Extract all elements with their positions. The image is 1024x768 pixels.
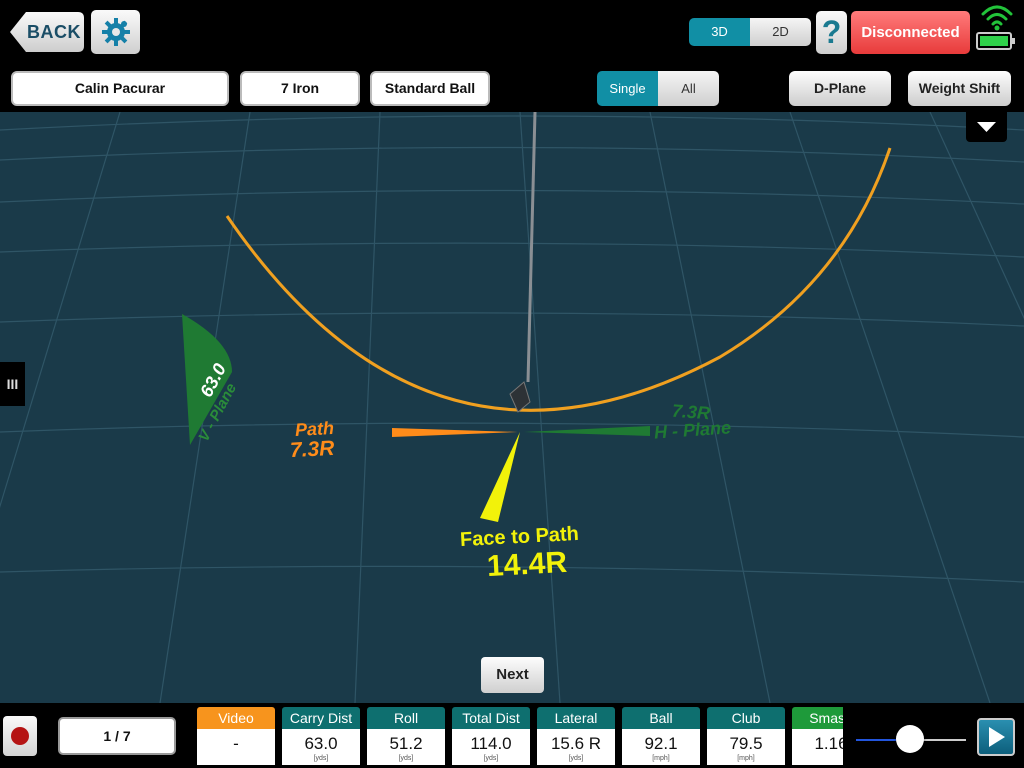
stat-label: Smash — [792, 707, 843, 729]
weight-shift-button[interactable]: Weight Shift — [908, 71, 1011, 106]
swing-3d-view[interactable]: III 63.0 V - Plane Path 7.3R 7.3R H - Pl… — [0, 112, 1024, 703]
battery-icon — [976, 32, 1015, 50]
shot-page-indicator: 1 / 7 — [58, 717, 176, 755]
stat-unit: [mph] — [652, 755, 670, 762]
record-icon — [11, 727, 29, 745]
stat-tile-smash[interactable]: Smash 1.16 — [792, 707, 843, 765]
stat-tile-video[interactable]: Video - — [197, 707, 275, 765]
stat-unit: [mph] — [737, 755, 755, 762]
play-button[interactable] — [977, 718, 1015, 756]
stat-unit: [yds] — [568, 755, 584, 762]
stat-tile-club[interactable]: Club 79.5 [mph] — [707, 707, 785, 765]
playback-slider-handle[interactable] — [896, 725, 924, 753]
stat-value: 92.1 — [644, 734, 678, 753]
shot-mode-toggle: Single All — [597, 71, 719, 106]
stat-label: Ball — [622, 707, 700, 729]
stat-label: Carry Dist — [282, 707, 360, 729]
back-label: BACK — [27, 22, 81, 42]
stat-value: 51.2 — [389, 734, 423, 753]
stat-unit: [yds] — [313, 755, 329, 762]
stat-tile-carry-dist[interactable]: Carry Dist 63.0 [yds] — [282, 707, 360, 765]
dropdown-toggle[interactable] — [966, 112, 1007, 142]
stat-value: 15.6 R — [550, 734, 602, 753]
scene-graphics — [0, 112, 1024, 703]
view-3d-button[interactable]: 3D — [689, 18, 750, 46]
stat-tile-ball[interactable]: Ball 92.1 [mph] — [622, 707, 700, 765]
stat-label: Club — [707, 707, 785, 729]
chevron-down-icon — [977, 122, 996, 132]
stats-panel: Video - Carry Dist 63.0 [yds] Roll 51.2 [y… — [197, 707, 843, 765]
gear-icon — [101, 18, 130, 46]
record-button[interactable] — [3, 716, 37, 756]
h-plane-arrow — [524, 426, 650, 436]
view-mode-toggle: 3D 2D — [689, 18, 811, 46]
club-selector[interactable]: 7 Iron — [240, 71, 360, 106]
play-icon — [989, 727, 1005, 747]
stat-label: Lateral — [537, 707, 615, 729]
club-head — [509, 381, 531, 413]
stat-tile-roll[interactable]: Roll 51.2 [yds] — [367, 707, 445, 765]
face-to-path-arrow — [480, 432, 520, 522]
next-button[interactable]: Next — [481, 657, 544, 693]
wifi-icon — [981, 5, 1013, 31]
swing-arc — [225, 147, 892, 412]
connection-status-button[interactable]: Disconnected — [851, 11, 970, 54]
stat-value: 1.16 — [814, 734, 843, 753]
shot-single-button[interactable]: Single — [597, 71, 658, 106]
view-2d-button[interactable]: 2D — [750, 18, 811, 46]
stat-unit: [yds] — [483, 755, 499, 762]
stat-unit: [yds] — [398, 755, 414, 762]
path-value: 7.3R — [289, 436, 335, 463]
stat-value: 63.0 — [304, 734, 338, 753]
ball-selector[interactable]: Standard Ball — [370, 71, 490, 106]
stat-value: 79.5 — [729, 734, 763, 753]
ground-grid — [0, 112, 1024, 703]
stat-tile-total-dist[interactable]: Total Dist 114.0 [yds] — [452, 707, 530, 765]
app-window: BACK 3D 2D ? Disconnected Calin Pacurar … — [0, 0, 1024, 768]
player-selector[interactable]: Calin Pacurar — [11, 71, 229, 106]
back-button[interactable]: BACK — [8, 10, 84, 54]
stat-label: Total Dist — [452, 707, 530, 729]
stat-label: Roll — [367, 707, 445, 729]
face-to-path-value: 14.4R — [486, 545, 568, 584]
help-button[interactable]: ? — [816, 11, 847, 54]
stat-value: - — [233, 734, 239, 753]
path-arrow — [392, 428, 518, 437]
shot-all-button[interactable]: All — [658, 71, 719, 106]
stat-tile-lateral[interactable]: Lateral 15.6 R [yds] — [537, 707, 615, 765]
stat-value: 114.0 — [470, 734, 512, 753]
side-panel-handle[interactable]: III — [0, 362, 25, 406]
settings-button[interactable] — [91, 10, 140, 54]
stat-label: Video — [197, 707, 275, 729]
dplane-button[interactable]: D-Plane — [789, 71, 891, 106]
